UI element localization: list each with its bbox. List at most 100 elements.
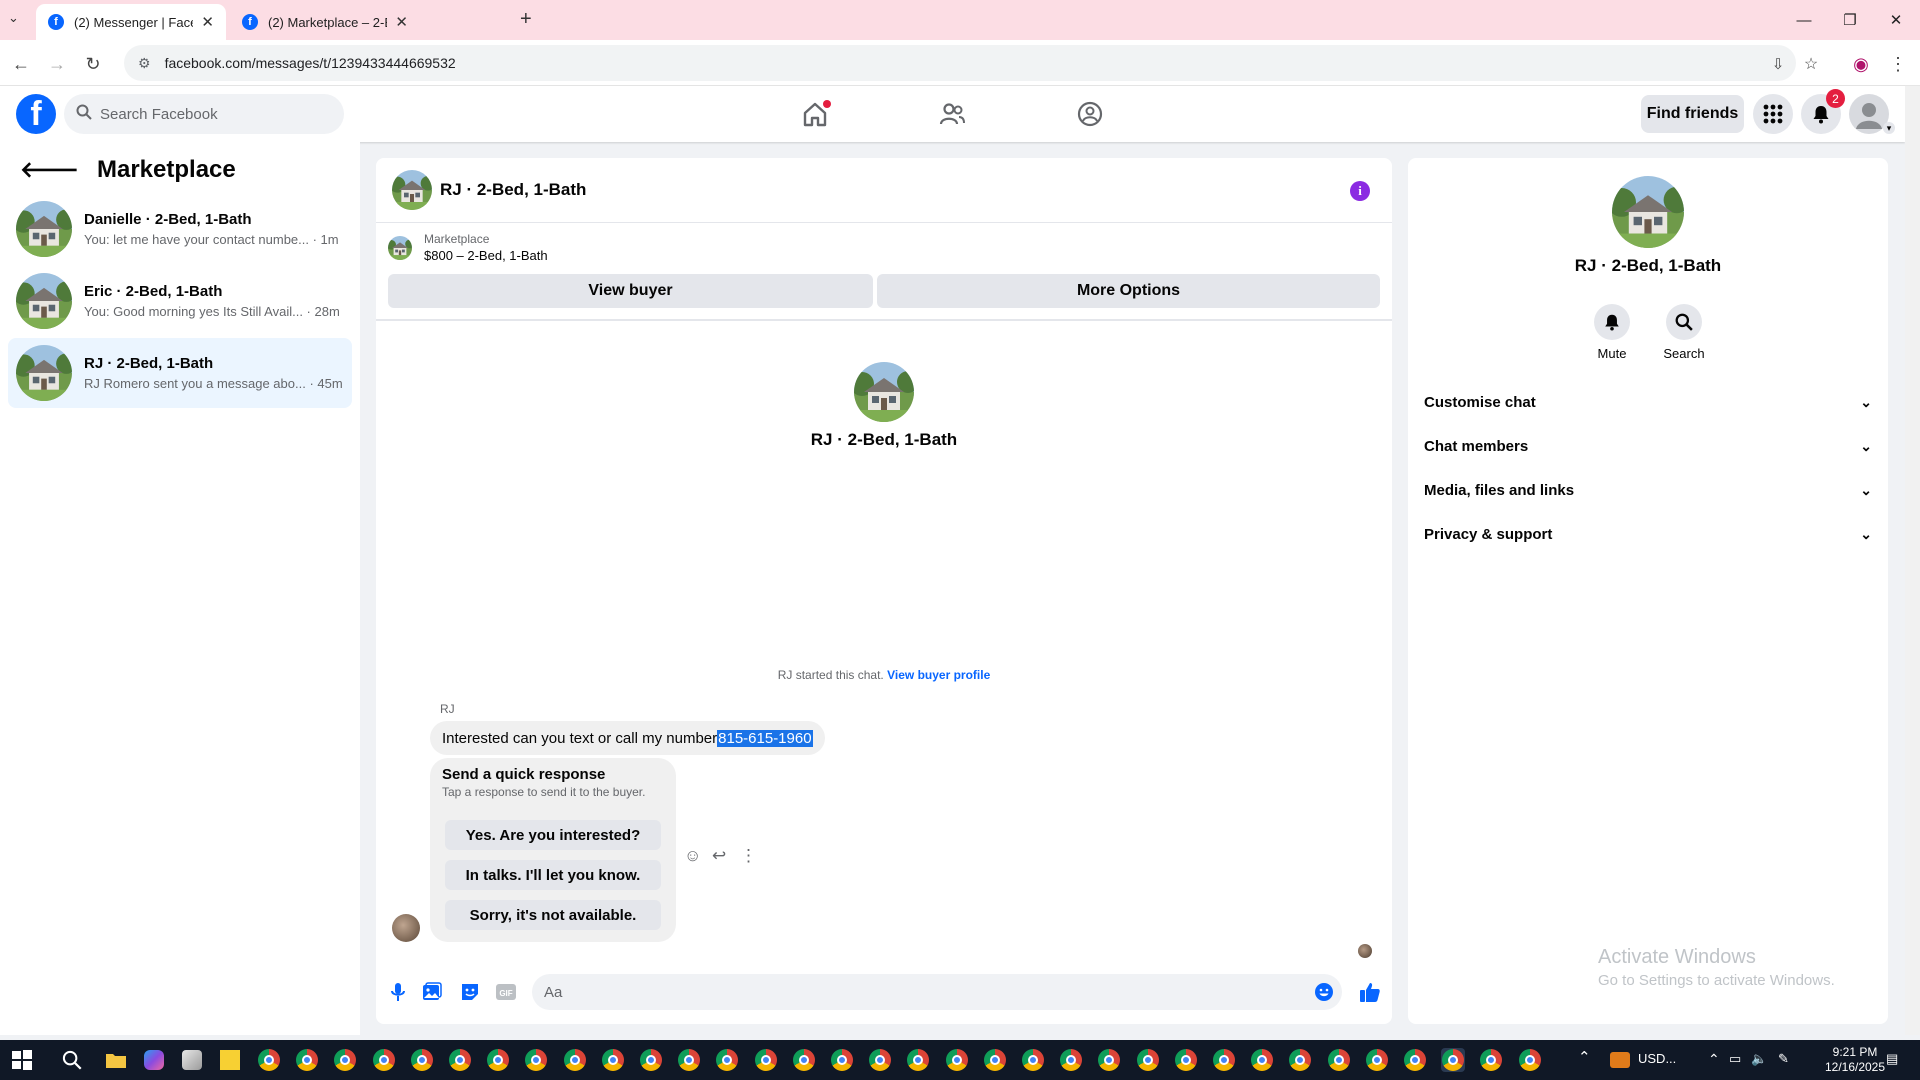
menu-dots-icon[interactable]: ⋮ bbox=[1885, 51, 1911, 77]
forward-icon[interactable]: → bbox=[44, 51, 70, 77]
groups-icon[interactable] bbox=[1070, 96, 1110, 132]
chrome-taskbar-icon[interactable] bbox=[257, 1048, 281, 1072]
chrome-taskbar-icon[interactable] bbox=[906, 1048, 930, 1072]
search-input[interactable]: Search Facebook bbox=[64, 94, 344, 134]
chrome-taskbar-icon[interactable] bbox=[1174, 1048, 1198, 1072]
back-arrow-icon[interactable]: 🡐 bbox=[20, 157, 79, 183]
taskbar-search-icon[interactable] bbox=[60, 1048, 84, 1072]
media-files-links-section[interactable]: Media, files and links ⌄ bbox=[1424, 470, 1872, 510]
close-icon[interactable]: ✕ bbox=[201, 13, 214, 31]
find-friends-button[interactable]: Find friends bbox=[1641, 95, 1744, 133]
chrome-taskbar-icon[interactable] bbox=[333, 1048, 357, 1072]
bookmark-star-icon[interactable]: ☆ bbox=[1798, 51, 1824, 77]
chrome-taskbar-icon[interactable] bbox=[295, 1048, 319, 1072]
chat-avatar[interactable] bbox=[392, 170, 432, 210]
currency-widget-icon[interactable]: USD... bbox=[1610, 1051, 1676, 1068]
customise-chat-section[interactable]: Customise chat ⌄ bbox=[1424, 382, 1872, 422]
copilot-icon[interactable] bbox=[142, 1048, 166, 1072]
privacy-support-section[interactable]: Privacy & support ⌄ bbox=[1424, 514, 1872, 554]
chrome-taskbar-icon[interactable] bbox=[639, 1048, 663, 1072]
minimize-icon[interactable]: — bbox=[1786, 6, 1822, 34]
view-buyer-button[interactable]: View buyer bbox=[388, 274, 873, 308]
chrome-taskbar-icon[interactable] bbox=[1059, 1048, 1083, 1072]
conversation-item-rj[interactable]: RJ · 2-Bed, 1-Bath RJ Romero sent you a … bbox=[8, 338, 352, 408]
address-bar[interactable]: ⚙ facebook.com/messages/t/12394334446695… bbox=[124, 45, 1796, 81]
chat-members-section[interactable]: Chat members ⌄ bbox=[1424, 426, 1872, 466]
conversation-item-eric[interactable]: Eric · 2-Bed, 1-Bath You: Good morning y… bbox=[8, 266, 352, 336]
react-emoji-icon[interactable]: ☺ bbox=[684, 846, 701, 866]
more-options-button[interactable]: More Options bbox=[877, 274, 1380, 308]
listing-summary[interactable]: Marketplace $800 – 2-Bed, 1-Bath bbox=[388, 232, 548, 263]
chrome-taskbar-icon[interactable] bbox=[868, 1048, 892, 1072]
message-input[interactable]: Aa bbox=[532, 974, 1342, 1010]
windows-start-icon[interactable] bbox=[10, 1048, 34, 1072]
chrome-taskbar-icon[interactable] bbox=[715, 1048, 739, 1072]
window-close-icon[interactable]: ✕ bbox=[1878, 6, 1914, 34]
back-icon[interactable]: ← bbox=[8, 51, 34, 77]
chrome-taskbar-icon[interactable] bbox=[1097, 1048, 1121, 1072]
sticker-icon[interactable] bbox=[458, 980, 482, 1004]
chrome-taskbar-icon[interactable] bbox=[1479, 1048, 1503, 1072]
network-icon[interactable]: ▭ bbox=[1729, 1051, 1741, 1067]
mute-button[interactable]: Mute bbox=[1582, 304, 1642, 361]
chrome-taskbar-icon[interactable] bbox=[448, 1048, 472, 1072]
notification-center-icon[interactable]: ▤ bbox=[1886, 1051, 1898, 1067]
pen-icon[interactable]: ✎ bbox=[1778, 1051, 1789, 1067]
view-buyer-profile-link[interactable]: View buyer profile bbox=[887, 668, 990, 682]
chrome-taskbar-icon[interactable] bbox=[754, 1048, 778, 1072]
site-info-icon[interactable]: ⚙ bbox=[138, 55, 151, 72]
chrome-taskbar-icon[interactable] bbox=[1518, 1048, 1542, 1072]
tab-search-icon[interactable]: ⌄ bbox=[8, 10, 19, 26]
quick-response-in-talks[interactable]: In talks. I'll let you know. bbox=[445, 860, 661, 890]
reload-icon[interactable]: ↻ bbox=[80, 51, 106, 77]
chrome-taskbar-icon[interactable] bbox=[1365, 1048, 1389, 1072]
quick-response-not-available[interactable]: Sorry, it's not available. bbox=[445, 900, 661, 930]
quick-response-yes[interactable]: Yes. Are you interested? bbox=[445, 820, 661, 850]
thumbs-up-icon[interactable] bbox=[1358, 980, 1382, 1004]
chat-title[interactable]: RJ · 2-Bed, 1-Bath bbox=[440, 180, 586, 200]
page-scrollbar[interactable] bbox=[1905, 86, 1920, 1035]
conversation-item-danielle[interactable]: Danielle · 2-Bed, 1-Bath You: let me hav… bbox=[8, 194, 352, 264]
chrome-taskbar-icon[interactable] bbox=[1250, 1048, 1274, 1072]
more-actions-icon[interactable]: ⋮ bbox=[740, 846, 757, 866]
tab-marketplace[interactable]: f (2) Marketplace – 2-Bed, 1-Bath ✕ bbox=[230, 4, 420, 40]
close-icon[interactable]: ✕ bbox=[395, 13, 408, 31]
chrome-taskbar-icon[interactable] bbox=[563, 1048, 587, 1072]
chrome-taskbar-icon[interactable] bbox=[1441, 1048, 1466, 1072]
photo-icon[interactable] bbox=[420, 980, 444, 1004]
chrome-taskbar-icon[interactable] bbox=[677, 1048, 701, 1072]
app-icon[interactable] bbox=[180, 1048, 204, 1072]
chrome-taskbar-icon[interactable] bbox=[486, 1048, 510, 1072]
file-explorer-icon[interactable] bbox=[104, 1048, 128, 1072]
chrome-taskbar-icon[interactable] bbox=[1327, 1048, 1351, 1072]
chrome-taskbar-icon[interactable] bbox=[372, 1048, 396, 1072]
facebook-logo-icon[interactable]: f bbox=[16, 94, 56, 134]
profile-icon[interactable]: ◉ bbox=[1848, 51, 1874, 77]
taskbar-clock[interactable]: 9:21 PM 12/16/2025 bbox=[1820, 1045, 1890, 1075]
search-in-chat-button[interactable]: Search bbox=[1654, 304, 1714, 361]
menu-grid-icon[interactable] bbox=[1753, 94, 1793, 134]
chrome-taskbar-icon[interactable] bbox=[601, 1048, 625, 1072]
install-icon[interactable]: ⇩ bbox=[1765, 51, 1791, 77]
tray-chevron-icon[interactable]: ⌃ bbox=[1578, 1048, 1591, 1066]
tray-up-arrow-icon[interactable]: ⌃ bbox=[1708, 1051, 1720, 1068]
chrome-taskbar-icon[interactable] bbox=[410, 1048, 434, 1072]
info-icon[interactable]: i bbox=[1350, 181, 1370, 201]
chrome-taskbar-icon[interactable] bbox=[792, 1048, 816, 1072]
chrome-taskbar-icon[interactable] bbox=[1212, 1048, 1236, 1072]
new-tab-icon[interactable]: + bbox=[520, 8, 532, 31]
volume-icon[interactable]: 🔈 bbox=[1751, 1051, 1767, 1067]
restore-icon[interactable]: ❐ bbox=[1832, 6, 1868, 34]
gif-icon[interactable]: GIF bbox=[494, 980, 518, 1004]
tab-messenger[interactable]: f (2) Messenger | Facebook ✕ bbox=[36, 4, 226, 40]
friends-icon[interactable] bbox=[932, 96, 972, 132]
emoji-icon[interactable] bbox=[1314, 982, 1334, 1002]
home-icon[interactable] bbox=[795, 96, 835, 132]
chrome-taskbar-icon[interactable] bbox=[830, 1048, 854, 1072]
chrome-taskbar-icon[interactable] bbox=[1403, 1048, 1427, 1072]
chrome-taskbar-icon[interactable] bbox=[945, 1048, 969, 1072]
message-bubble[interactable]: Interested can you text or call my numbe… bbox=[430, 721, 825, 755]
chevron-down-icon[interactable]: ▾ bbox=[1883, 122, 1895, 134]
microphone-icon[interactable] bbox=[386, 980, 410, 1004]
chrome-taskbar-icon[interactable] bbox=[983, 1048, 1007, 1072]
